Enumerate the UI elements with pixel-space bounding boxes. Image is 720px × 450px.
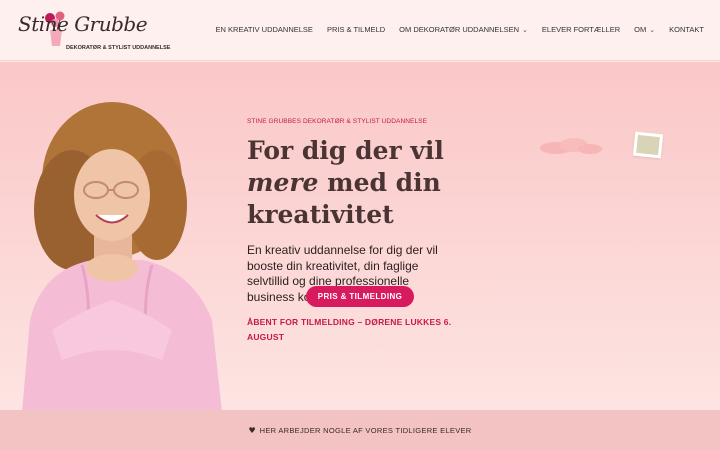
hero-content: STINE GRUBBES DEKORATØR & STYLIST UDDANN…: [247, 118, 477, 345]
nav-item-label: OM: [634, 25, 647, 34]
enrollment-notice: ÅBENT FOR TILMELDING – DØRENE LUKKES 6. …: [247, 317, 452, 342]
nav-item-label: PRIS & TILMELD: [326, 25, 386, 34]
headline-emphasis: mere: [247, 168, 319, 197]
pris-tilmelding-button[interactable]: PRIS & TILMELDING: [306, 286, 414, 307]
logo-script-name: Stine Grubbe: [18, 12, 148, 36]
cloud-decoration: [540, 138, 602, 154]
heart-icon: ♥: [248, 425, 256, 435]
nav-item-om[interactable]: OM ⌄: [634, 25, 655, 34]
hero-section: STINE GRUBBES DEKORATØR & STYLIST UDDANN…: [0, 62, 720, 410]
chevron-down-icon: ⌄: [649, 26, 656, 34]
logo-tagline: DEKORATØR & STYLIST UDDANNELSE: [66, 45, 171, 51]
former-students-heading: HER ARBEJDER NOGLE AF VORES TIDLIGERE EL…: [259, 425, 472, 435]
headline-line2: med din: [318, 168, 441, 197]
hero-eyebrow: STINE GRUBBES DEKORATØR & STYLIST UDDANN…: [247, 118, 428, 125]
logo[interactable]: Stine Grubbe DEKORATØR & STYLIST UDDANNE…: [14, 8, 170, 54]
nav-item-label: KONTAKT: [669, 25, 704, 34]
headline-line3: kreativitet: [247, 200, 394, 229]
nav-item-kreativ-uddannelse[interactable]: EN KREATIV UDDANNELSE: [216, 25, 313, 34]
nav-item-pris-tilmeld[interactable]: PRIS & TILMELD: [327, 25, 385, 34]
photo-frame-decoration: [632, 131, 664, 159]
nav-item-label: EN KREATIV UDDANNELSE: [215, 25, 313, 34]
nav-item-om-dekorator[interactable]: OM DEKORATØR UDDANNELSEN ⌄: [399, 25, 528, 34]
headline-line1: For dig der vil: [247, 136, 444, 165]
nav-item-label: OM DEKORATØR UDDANNELSEN: [399, 25, 520, 34]
nav-item-label: ELEVER FORTÆLLER: [541, 25, 621, 34]
site-header: Stine Grubbe DEKORATØR & STYLIST UDDANNE…: [0, 0, 720, 61]
chevron-down-icon: ⌄: [522, 26, 528, 34]
nav-item-elever-fortaeller[interactable]: ELEVER FORTÆLLER: [542, 25, 620, 34]
nav-item-kontakt[interactable]: KONTAKT: [669, 25, 704, 34]
former-students-band: ♥ HER ARBEJDER NOGLE AF VORES TIDLIGERE …: [0, 410, 720, 450]
main-nav: EN KREATIV UDDANNELSE PRIS & TILMELD OM …: [216, 25, 704, 34]
hero-headline: For dig der vil mere med din kreativitet: [247, 135, 477, 231]
hero-portrait-image: [22, 102, 222, 410]
